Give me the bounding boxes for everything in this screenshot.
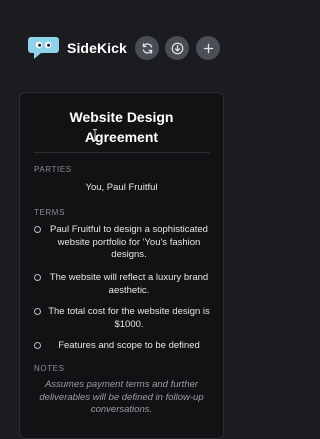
- term-text: Paul Fruitful to design a sophisticated …: [50, 224, 208, 260]
- sidekick-logo-icon: [28, 37, 59, 59]
- document-title-line1: Website Design: [69, 109, 174, 125]
- app-header: SideKick: [0, 0, 240, 92]
- term-text: Features and scope to be defined: [58, 340, 200, 351]
- text-cursor-icon: [93, 129, 97, 141]
- document-title: Website Design Agreement: [20, 107, 223, 147]
- app-title: SideKick: [67, 40, 127, 56]
- notes-label: NOTES: [34, 364, 65, 373]
- bullet-icon: [34, 274, 41, 281]
- agreement-card: Website Design Agreement PARTIES You, Pa…: [19, 92, 224, 439]
- parties-value: You, Paul Fruitful: [85, 182, 158, 193]
- term-item: The website will reflect a luxury brand …: [34, 272, 214, 297]
- refresh-button[interactable]: [135, 36, 159, 60]
- plus-icon: [203, 43, 213, 53]
- term-item: Features and scope to be defined: [34, 340, 214, 353]
- download-icon: [171, 42, 183, 54]
- bullet-icon: [34, 308, 41, 315]
- notes-text: Assumes payment terms and further delive…: [39, 379, 204, 415]
- terms-label: TERMS: [34, 208, 65, 217]
- bullet-icon: [34, 342, 41, 349]
- refresh-icon: [142, 42, 152, 54]
- document-title-line2: Agreement: [84, 129, 159, 145]
- bullet-icon: [34, 226, 41, 233]
- title-divider: [34, 152, 210, 153]
- term-item: The total cost for the website design is…: [34, 306, 214, 331]
- term-text: The total cost for the website design is…: [48, 306, 210, 330]
- parties-label: PARTIES: [34, 165, 72, 174]
- term-item: Paul Fruitful to design a sophisticated …: [34, 224, 214, 262]
- download-button[interactable]: [165, 36, 189, 60]
- add-button[interactable]: [196, 36, 220, 60]
- term-text: The website will reflect a luxury brand …: [49, 272, 209, 296]
